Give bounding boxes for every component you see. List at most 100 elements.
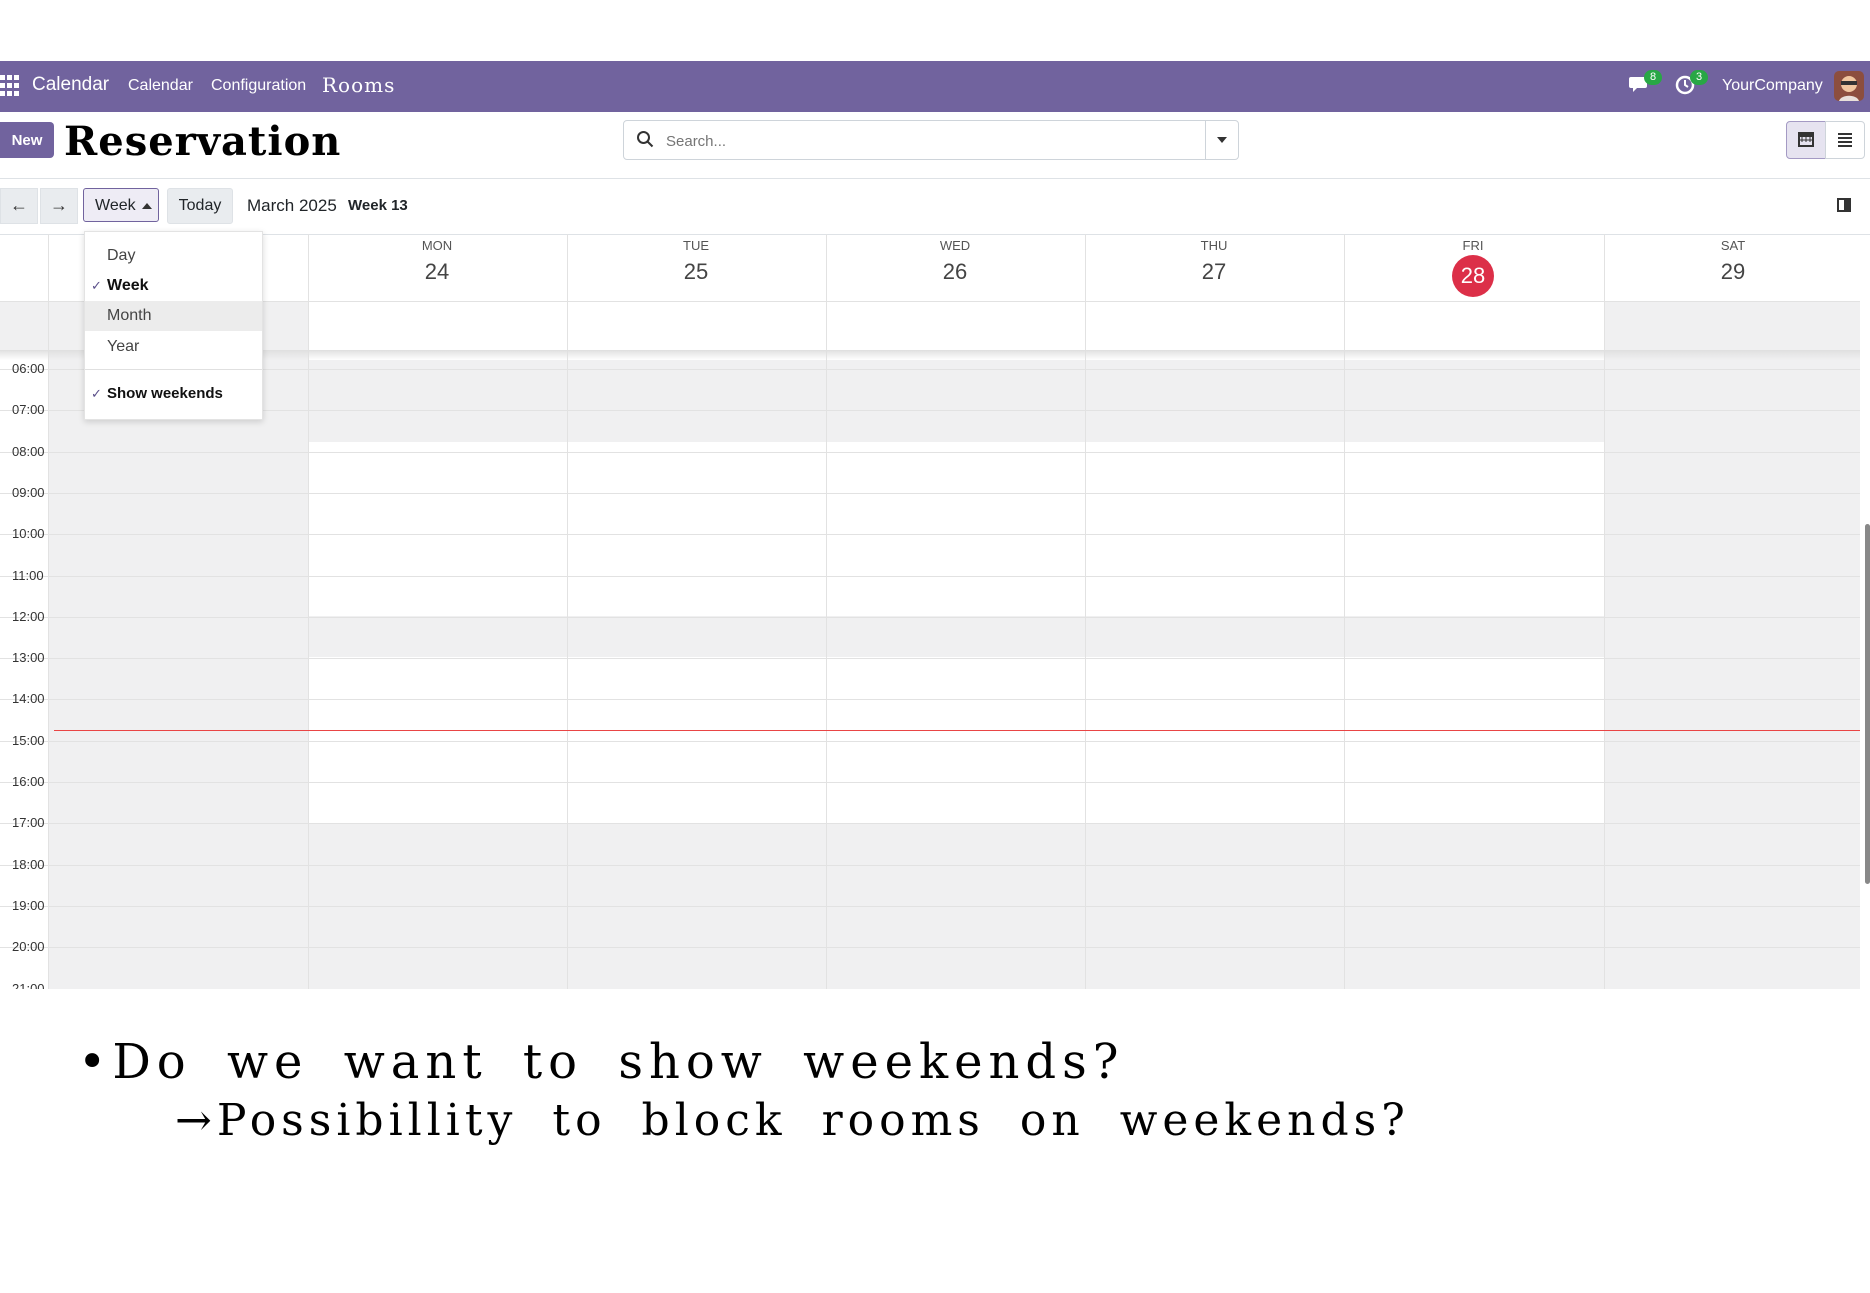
checkmark-icon: ✓: [91, 386, 102, 401]
saturday-column-shade: [1604, 302, 1860, 989]
control-panel: New Reservation: [0, 112, 1870, 179]
current-time-line: [54, 730, 1860, 731]
allday-gutter-shade: [0, 302, 48, 350]
search-box[interactable]: [623, 120, 1239, 160]
noon-off-hours-shade: [308, 616, 1604, 657]
hour-line: [0, 576, 1860, 577]
calendar-view-button[interactable]: [1786, 121, 1826, 159]
time-label: 15:00: [12, 733, 45, 748]
grid-line: [48, 234, 49, 989]
scale-dropdown-menu: Day ✓ Week Month Year ✓ Show weekends: [84, 231, 263, 420]
note-line-2: →Possibillity to block rooms on weekends…: [175, 1095, 1410, 1146]
time-label: 13:00: [12, 650, 45, 665]
menu-rooms[interactable]: Rooms: [322, 73, 395, 97]
hour-line: [0, 947, 1860, 948]
hour-line: [0, 823, 1860, 824]
day-header-thu[interactable]: THU 27: [1085, 238, 1343, 285]
scale-option-day[interactable]: Day: [85, 241, 262, 271]
side-panel-toggle-icon[interactable]: [1837, 198, 1851, 212]
hour-line: [0, 782, 1860, 783]
list-icon: [1838, 133, 1852, 147]
time-label: 12:00: [12, 609, 45, 624]
day-header-fri[interactable]: FRI 28: [1344, 238, 1602, 297]
hour-line: [0, 658, 1860, 659]
time-label: 18:00: [12, 857, 45, 872]
grid-line: [1344, 234, 1345, 989]
time-label: 06:00: [12, 361, 45, 376]
activities-clock-icon[interactable]: 3: [1674, 70, 1708, 98]
apps-grid-icon[interactable]: [0, 75, 20, 97]
header-divider: [0, 301, 1860, 302]
show-weekends-toggle[interactable]: ✓ Show weekends: [85, 379, 262, 409]
checkmark-icon: ✓: [91, 278, 102, 293]
menu-configuration[interactable]: Configuration: [211, 77, 306, 95]
next-arrow-icon[interactable]: →: [40, 188, 78, 224]
day-header-wed[interactable]: WED 26: [826, 238, 1084, 285]
day-number: 27: [1201, 259, 1227, 284]
note-line-1: •Do we want to show weekends?: [78, 1034, 1125, 1090]
time-label: 11:00: [12, 568, 44, 583]
hour-line: [0, 493, 1860, 494]
grid-line: [1085, 234, 1086, 989]
menu-calendar[interactable]: Calendar: [128, 77, 193, 95]
search-options-toggle[interactable]: [1205, 121, 1238, 159]
scale-option-month[interactable]: Month: [85, 301, 262, 331]
hour-line: [0, 534, 1860, 535]
day-number: 24: [424, 259, 450, 284]
user-avatar[interactable]: [1834, 71, 1864, 101]
day-number: 26: [942, 259, 968, 284]
hour-line: [0, 906, 1860, 907]
handwritten-notes: •Do we want to show weekends? →Possibill…: [0, 1000, 1870, 1290]
company-switcher[interactable]: YourCompany: [1722, 77, 1823, 95]
day-header-tue[interactable]: TUE 25: [567, 238, 825, 285]
scale-dropdown-button[interactable]: Week: [83, 188, 159, 222]
day-header-mon[interactable]: MON 24: [308, 238, 566, 285]
week-number: Week 13: [348, 197, 408, 214]
new-button[interactable]: New: [0, 122, 54, 158]
hour-line: [0, 865, 1860, 866]
scale-option-week-label: Week: [107, 277, 149, 294]
activities-badge: 3: [1690, 70, 1708, 85]
hour-line: [0, 369, 1860, 370]
time-label: 19:00: [12, 898, 45, 913]
grid-line: [308, 234, 309, 989]
scale-option-week[interactable]: ✓ Week: [85, 271, 262, 301]
current-period: March 2025: [247, 196, 337, 215]
day-name: THU: [1200, 238, 1228, 253]
scale-label: Week: [95, 197, 136, 214]
page-title: Reservation: [64, 118, 342, 165]
time-label: 09:00: [12, 485, 45, 500]
dropdown-divider: [85, 369, 262, 370]
hour-line: [0, 699, 1860, 700]
scale-option-year[interactable]: Year: [85, 332, 262, 362]
search-icon: [637, 131, 654, 148]
list-view-button[interactable]: [1825, 121, 1865, 159]
allday-shadow: [0, 350, 1860, 360]
time-label: 14:00: [12, 691, 45, 706]
search-input[interactable]: [664, 129, 1188, 153]
today-button[interactable]: Today: [167, 188, 233, 224]
time-label: 20:00: [12, 939, 45, 954]
grid-line: [1604, 234, 1605, 989]
messages-icon[interactable]: 8: [1628, 70, 1662, 98]
messages-badge: 8: [1644, 70, 1662, 85]
show-weekends-label: Show weekends: [107, 385, 223, 402]
app-name[interactable]: Calendar: [32, 74, 109, 96]
previous-arrow-icon[interactable]: ←: [0, 188, 38, 224]
morning-off-hours-shade: [308, 360, 1604, 442]
day-name: MON: [421, 238, 453, 253]
calendar-icon: [1798, 132, 1814, 147]
week-calendar-grid[interactable]: MON 24 TUE 25 WED 26 THU 27 FRI 28 SAT 2…: [0, 234, 1870, 989]
day-number: 29: [1720, 259, 1746, 284]
caret-up-icon: [141, 202, 152, 209]
time-label: 21:00: [12, 981, 45, 989]
day-name: SAT: [1720, 238, 1746, 253]
day-name: TUE: [683, 238, 709, 253]
time-label: 17:00: [12, 815, 45, 830]
time-label: 08:00: [12, 444, 45, 459]
time-label: 10:00: [12, 526, 45, 541]
day-header-sat[interactable]: SAT 29: [1604, 238, 1862, 285]
grid-line: [567, 234, 568, 989]
day-name: FRI: [1462, 238, 1484, 253]
vertical-scrollbar[interactable]: [1865, 524, 1870, 884]
